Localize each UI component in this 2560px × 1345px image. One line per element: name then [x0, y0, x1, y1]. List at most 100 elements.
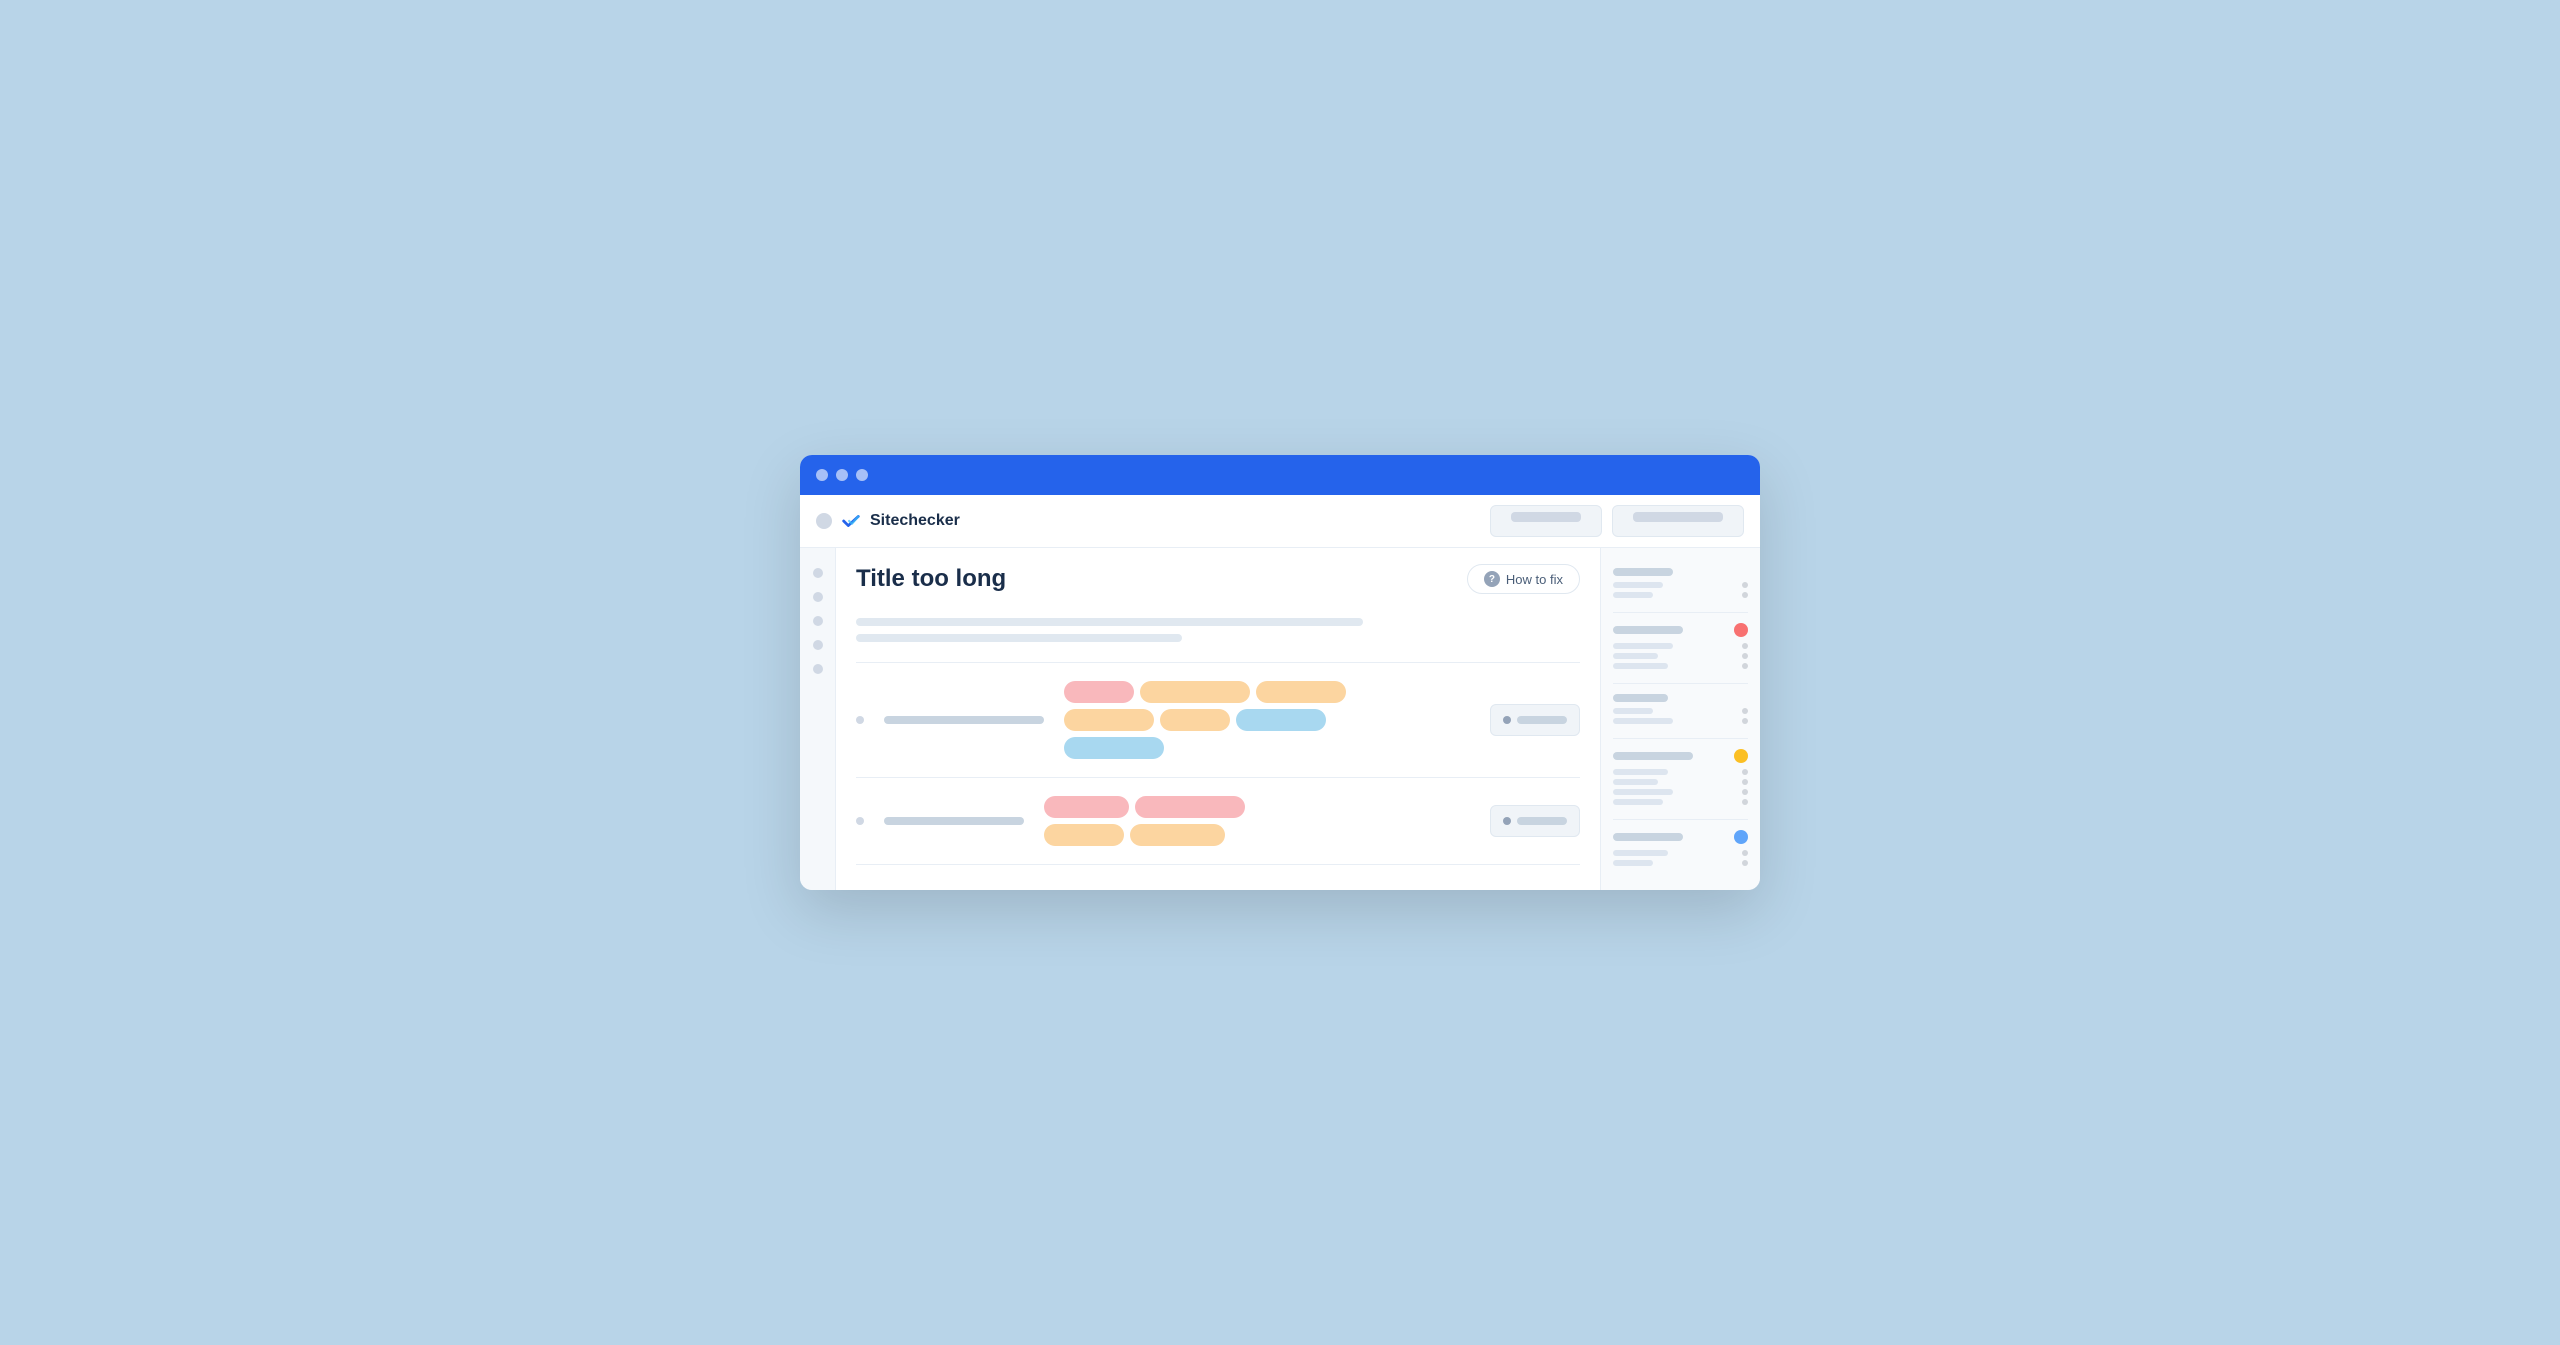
- sub-dot-2-1: [1742, 643, 1748, 649]
- question-icon: ?: [1484, 571, 1500, 587]
- sidebar-sub-row-1-2: [1613, 592, 1748, 598]
- sub-label-3-1: [1613, 708, 1653, 714]
- sidebar-sub-row-4-2: [1613, 779, 1748, 785]
- tags-row-1-3: [1064, 737, 1470, 759]
- tag-blue-md-1: [1236, 709, 1326, 731]
- sidebar-group-2: [1613, 613, 1748, 684]
- action-bar-1: [1517, 716, 1567, 724]
- sub-label-3-2: [1613, 718, 1673, 724]
- sidebar-row-1-main: [1613, 568, 1748, 576]
- logo-area: Sitechecker: [816, 510, 960, 532]
- sub-label-4-3: [1613, 789, 1673, 795]
- sidebar-label-5: [1613, 833, 1683, 841]
- sub-label-1-1: [1613, 582, 1663, 588]
- sub-dot-2-2: [1742, 653, 1748, 659]
- tags-area-1: [1064, 681, 1470, 759]
- traffic-light-close[interactable]: [816, 469, 828, 481]
- logo-text: Sitechecker: [870, 512, 960, 530]
- browser-window: Sitechecker Title too long: [800, 455, 1760, 890]
- sidebar-sub-row-5-2: [1613, 860, 1748, 866]
- inner-body: Title too long ? How to fix: [800, 548, 1760, 890]
- sidebar-row-4-main: [1613, 749, 1748, 763]
- sidebar-row-5-main: [1613, 830, 1748, 844]
- tag-orange-2: [1130, 824, 1225, 846]
- sidebar-sub-row-4-4: [1613, 799, 1748, 805]
- sub-dot-5-2: [1742, 860, 1748, 866]
- table-row-2: [856, 778, 1580, 865]
- sidebar-group-4: [1613, 739, 1748, 820]
- nav-dot-2[interactable]: [813, 592, 823, 602]
- tags-row-2-2: [1044, 824, 1470, 846]
- traffic-light-minimize[interactable]: [836, 469, 848, 481]
- sub-dot-4-2: [1742, 779, 1748, 785]
- left-nav: [800, 548, 836, 890]
- sub-label-5-1: [1613, 850, 1668, 856]
- sub-label-2-3: [1613, 663, 1668, 669]
- sub-dot-5-1: [1742, 850, 1748, 856]
- sub-dot-2-3: [1742, 663, 1748, 669]
- sidebar-label-1: [1613, 568, 1673, 576]
- traffic-light-maximize[interactable]: [856, 469, 868, 481]
- table-section: [856, 662, 1580, 865]
- tag-pink-2: [1135, 796, 1245, 818]
- url-bar-1: [884, 716, 1044, 724]
- sidebar-sub-row-4-3: [1613, 789, 1748, 795]
- header-btn-inner-2: [1633, 512, 1723, 522]
- desc-bar-short: [856, 634, 1182, 642]
- nav-dot-1[interactable]: [813, 568, 823, 578]
- sidebar-sub-row-2-3: [1613, 663, 1748, 669]
- header-btn-inner-1: [1511, 512, 1581, 522]
- section-header: Title too long ? How to fix: [856, 564, 1580, 602]
- sidebar-sub-row-4-1: [1613, 769, 1748, 775]
- tags-row-2-1: [1044, 796, 1470, 818]
- right-panel: [1600, 548, 1760, 890]
- sidebar-badge-red: [1734, 623, 1748, 637]
- sub-label-4-4: [1613, 799, 1663, 805]
- tag-orange-1: [1044, 824, 1124, 846]
- row-indicator-2: [856, 817, 864, 825]
- nav-dot-4[interactable]: [813, 640, 823, 650]
- tag-pink-sm-1: [1064, 681, 1134, 703]
- header-buttons: [1490, 505, 1744, 537]
- sidebar-group-5: [1613, 820, 1748, 880]
- sidebar-label-3: [1613, 694, 1668, 702]
- sub-label-2-1: [1613, 643, 1673, 649]
- tag-blue-lg-1: [1064, 737, 1164, 759]
- sub-label-5-2: [1613, 860, 1653, 866]
- action-button-1[interactable]: [1490, 704, 1580, 736]
- action-button-2[interactable]: [1490, 805, 1580, 837]
- sidebar-badge-blue: [1734, 830, 1748, 844]
- center-content: Title too long ? How to fix: [836, 548, 1600, 890]
- nav-dot-5[interactable]: [813, 664, 823, 674]
- nav-dot-3[interactable]: [813, 616, 823, 626]
- sidebar-sub-row-3-2: [1613, 718, 1748, 724]
- sidebar-sub-row-1-1: [1613, 582, 1748, 588]
- tag-orange-sm-1: [1160, 709, 1230, 731]
- url-bar-2: [884, 817, 1024, 825]
- how-to-fix-button[interactable]: ? How to fix: [1467, 564, 1580, 594]
- sub-dot-4-3: [1742, 789, 1748, 795]
- row-indicator-1: [856, 716, 864, 724]
- sidebar-sub-row-3-1: [1613, 708, 1748, 714]
- sub-label-2-2: [1613, 653, 1658, 659]
- description-bars: [856, 618, 1580, 642]
- sub-label-1-2: [1613, 592, 1653, 598]
- sidebar-badge-orange: [1734, 749, 1748, 763]
- action-dot-1: [1503, 716, 1511, 724]
- tag-orange-md-1: [1256, 681, 1346, 703]
- sub-dot-1-2: [1742, 592, 1748, 598]
- sidebar-row-2-main: [1613, 623, 1748, 637]
- how-to-fix-label: How to fix: [1506, 572, 1563, 587]
- desc-bar-long: [856, 618, 1363, 626]
- sidebar-group-3: [1613, 684, 1748, 739]
- sub-dot-3-2: [1742, 718, 1748, 724]
- tags-area-2: [1044, 796, 1470, 846]
- row-url-2: [884, 817, 1024, 825]
- header-button-2[interactable]: [1612, 505, 1744, 537]
- tags-row-1-1: [1064, 681, 1470, 703]
- header-button-1[interactable]: [1490, 505, 1602, 537]
- browser-titlebar: [800, 455, 1760, 495]
- sidebar-sub-row-5-1: [1613, 850, 1748, 856]
- sidebar-sub-row-2-1: [1613, 643, 1748, 649]
- sub-dot-3-1: [1742, 708, 1748, 714]
